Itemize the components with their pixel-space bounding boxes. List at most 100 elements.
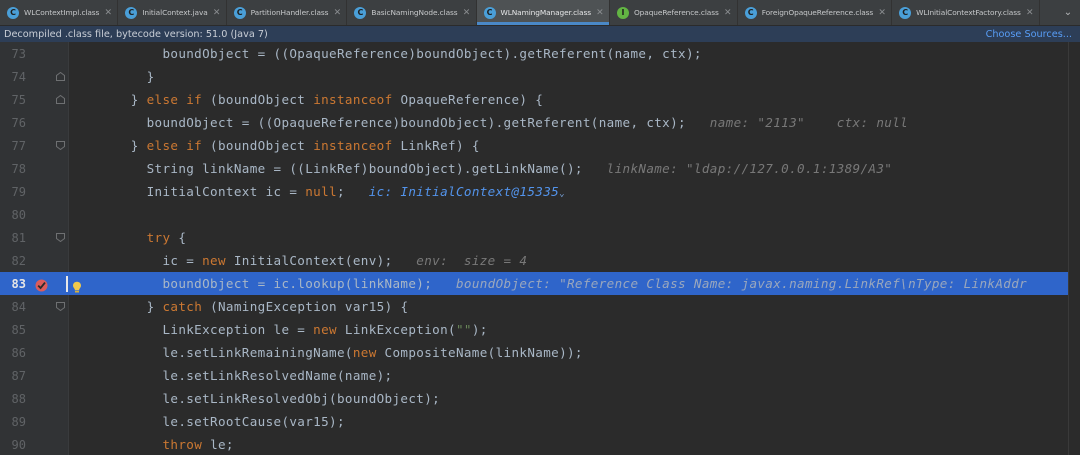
line-number[interactable]: 89: [0, 415, 26, 429]
class-icon: C: [233, 6, 246, 19]
code-line[interactable]: 89 le.setRootCause(var15);: [0, 410, 1080, 433]
line-number[interactable]: 77: [0, 139, 26, 153]
code-text: boundObject = ic.lookup(linkName); bound…: [99, 276, 1027, 291]
choose-sources-link[interactable]: Choose Sources...: [986, 29, 1072, 40]
tab-label: OpaqueReference.class: [633, 8, 719, 17]
line-number[interactable]: 82: [0, 254, 26, 268]
error-stripe[interactable]: [1068, 42, 1080, 455]
code-token: LinkException le =: [99, 322, 314, 337]
line-number[interactable]: 75: [0, 93, 26, 107]
line-number[interactable]: 84: [0, 300, 26, 314]
class-icon: C: [354, 6, 367, 19]
line-number[interactable]: 88: [0, 392, 26, 406]
line-number[interactable]: 76: [0, 116, 26, 130]
line-number[interactable]: 79: [0, 185, 26, 199]
tab-label: ForeignOpaqueReference.class: [761, 8, 874, 17]
line-number[interactable]: 74: [0, 70, 26, 84]
line-number[interactable]: 78: [0, 162, 26, 176]
code-token: ic =: [99, 253, 203, 268]
code-line[interactable]: 75 } else if (boundObject instanceof Opa…: [0, 88, 1080, 111]
tab-label: WLInitialContextFactory.class: [916, 8, 1021, 17]
class-icon: C: [483, 6, 496, 19]
close-icon[interactable]: ✕: [719, 8, 737, 18]
editor-tab[interactable]: C WLInitialContextFactory.class ✕: [892, 0, 1040, 25]
code-text: le.setLinkResolvedName(name);: [99, 368, 393, 383]
editor-tab[interactable]: I OpaqueReference.class ✕: [610, 0, 738, 25]
editor-tab[interactable]: C InitialContext.java ✕: [118, 0, 227, 25]
code-line[interactable]: 87 le.setLinkResolvedName(name);: [0, 364, 1080, 387]
code-text: le.setRootCause(var15);: [99, 414, 345, 429]
line-number[interactable]: 80: [0, 208, 26, 222]
code-token: boundObject = ((OpaqueReference)boundObj…: [99, 46, 702, 61]
code-line[interactable]: 84 } catch (NamingException var15) {: [0, 295, 1080, 318]
fold-marker-icon[interactable]: [56, 233, 65, 242]
tab-label: InitialContext.java: [142, 8, 208, 17]
lightbulb-icon[interactable]: [72, 278, 82, 292]
line-number[interactable]: 86: [0, 346, 26, 360]
code-line[interactable]: 83 boundObject = ic.lookup(linkName); bo…: [0, 272, 1080, 295]
editor-tab[interactable]: C WLContextImpl.class ✕: [0, 0, 119, 25]
close-icon[interactable]: ✕: [1021, 8, 1039, 18]
inline-debug-value-link[interactable]: ic: InitialContext@15335: [345, 184, 559, 199]
breakpoint-icon[interactable]: [35, 277, 48, 292]
code-text: LinkException le = new LinkException("")…: [99, 322, 488, 337]
class-icon: C: [7, 6, 19, 19]
code-editor[interactable]: 73 boundObject = ((OpaqueReference)bound…: [0, 42, 1080, 455]
code-line[interactable]: 73 boundObject = ((OpaqueReference)bound…: [0, 42, 1080, 65]
code-token: le.setRootCause(var15);: [99, 414, 345, 429]
keyword-token: new: [352, 345, 377, 360]
close-icon[interactable]: ✕: [873, 8, 891, 18]
line-number[interactable]: 85: [0, 323, 26, 337]
code-line[interactable]: 90 throw le;: [0, 433, 1080, 455]
decompiled-info-banner: Decompiled .class file, bytecode version…: [0, 26, 1080, 42]
close-icon[interactable]: ✕: [591, 8, 609, 18]
keyword-token: try: [146, 230, 171, 245]
code-text: le.setLinkRemainingName(new CompositeNam…: [99, 345, 583, 360]
code-line[interactable]: 88 le.setLinkResolvedObj(boundObject);: [0, 387, 1080, 410]
code-line[interactable]: 74 }: [0, 65, 1080, 88]
fold-marker-icon[interactable]: [56, 72, 65, 81]
fold-marker-icon[interactable]: [56, 302, 65, 311]
code-line[interactable]: 85 LinkException le = new LinkException(…: [0, 318, 1080, 341]
close-icon[interactable]: ✕: [99, 8, 117, 18]
inline-debug-value: boundObject: "Reference Class Name: java…: [432, 276, 1028, 291]
expand-chevron-icon[interactable]: ⌄: [559, 189, 565, 199]
text-caret: [66, 275, 68, 292]
editor-tab[interactable]: C PartitionHandler.class ✕: [227, 0, 348, 25]
code-text: } else if (boundObject instanceof Opaque…: [99, 92, 543, 107]
code-token: }: [99, 299, 163, 314]
editor-tab-bar: C WLContextImpl.class ✕ C InitialContext.jav…: [0, 0, 1080, 26]
close-icon[interactable]: ✕: [328, 8, 346, 18]
code-token: (NamingException var15) {: [202, 299, 409, 314]
code-token: le.setLinkResolvedObj(boundObject);: [99, 391, 441, 406]
editor-tab[interactable]: C BasicNamingNode.class ✕: [347, 0, 477, 25]
interface-icon: I: [616, 6, 629, 19]
code-line[interactable]: 82 ic = new InitialContext(env); env: si…: [0, 249, 1080, 272]
close-icon[interactable]: ✕: [208, 8, 226, 18]
code-line[interactable]: 77 } else if (boundObject instanceof Lin…: [0, 134, 1080, 157]
line-number[interactable]: 81: [0, 231, 26, 245]
close-icon[interactable]: ✕: [458, 8, 476, 18]
code-line[interactable]: 78 String linkName = ((LinkRef)boundObje…: [0, 157, 1080, 180]
class-icon: C: [899, 6, 912, 19]
line-number[interactable]: 73: [0, 47, 26, 61]
code-text: ic = new InitialContext(env); env: size …: [99, 253, 527, 268]
fold-marker-icon[interactable]: [56, 141, 65, 150]
editor-tab[interactable]: C ForeignOpaqueReference.class ✕: [738, 0, 893, 25]
line-number[interactable]: 83: [0, 277, 26, 291]
code-line[interactable]: 86 le.setLinkRemainingName(new Composite…: [0, 341, 1080, 364]
code-line[interactable]: 81 try {: [0, 226, 1080, 249]
fold-marker-icon[interactable]: [56, 95, 65, 104]
code-line[interactable]: 76 boundObject = ((OpaqueReference)bound…: [0, 111, 1080, 134]
line-number[interactable]: 87: [0, 369, 26, 383]
editor-tab[interactable]: C WLNamingManager.class ✕: [476, 0, 610, 25]
line-number[interactable]: 90: [0, 438, 26, 452]
code-line[interactable]: 79 InitialContext ic = null; ic: Initial…: [0, 180, 1080, 203]
inline-debug-value: name: "2113" ctx: null: [685, 115, 909, 130]
code-text: String linkName = ((LinkRef)boundObject)…: [99, 161, 892, 176]
code-line[interactable]: 80: [0, 203, 1080, 226]
tab-overflow-chevron-icon[interactable]: ⌄: [1056, 0, 1080, 25]
code-token: LinkException(: [336, 322, 456, 337]
tab-label: WLNamingManager.class: [500, 8, 592, 17]
